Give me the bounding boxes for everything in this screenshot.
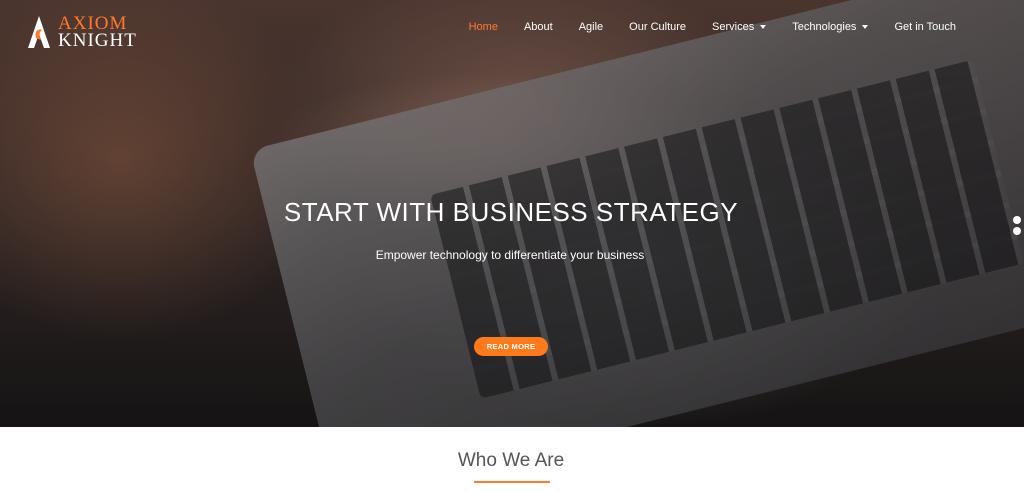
hero-headline: START WITH BUSINESS STRATEGY xyxy=(283,197,739,227)
slider-dot[interactable] xyxy=(1013,216,1021,224)
nav-item-label: Get in Touch xyxy=(894,21,956,33)
hero-subheadline: Empower technology to differentiate your… xyxy=(375,248,645,262)
nav-item-our-culture[interactable]: Our Culture xyxy=(629,21,686,33)
nav-item-technologies[interactable]: Technologies xyxy=(792,21,869,33)
nav-item-label: Services xyxy=(712,21,755,33)
hero-banner: AXIOM KNIGHT Home About Agile Our Cultur… xyxy=(0,0,1024,427)
knight-chess-logo-icon xyxy=(28,16,50,48)
slider-dot[interactable] xyxy=(1013,227,1021,235)
caret-down-icon xyxy=(760,25,767,29)
nav-item-services[interactable]: Services xyxy=(712,21,767,33)
brand-wordmark: AXIOM KNIGHT xyxy=(58,14,137,51)
nav-item-label: Technologies xyxy=(792,21,857,33)
nav-item-label: Our Culture xyxy=(629,21,687,33)
brand-line2: KNIGHT xyxy=(58,30,137,51)
nav-item-get-in-touch[interactable]: Get in Touch xyxy=(894,21,956,33)
nav-item-about[interactable]: About xyxy=(524,21,553,33)
nav-item-label: Agile xyxy=(578,21,604,33)
nav-item-label: About xyxy=(523,21,553,33)
main-nav: Home About Agile Our Culture Services Te… xyxy=(443,21,956,33)
read-more-button[interactable]: READ MORE xyxy=(474,337,548,356)
caret-down-icon xyxy=(862,25,869,29)
section-title-underline xyxy=(474,481,550,483)
section-title: Who We Are xyxy=(457,450,565,471)
slider-pagination xyxy=(1013,216,1021,238)
nav-item-agile[interactable]: Agile xyxy=(579,21,603,33)
nav-item-label: Home xyxy=(468,21,498,33)
nav-item-home[interactable]: Home xyxy=(469,21,498,33)
brand-logo[interactable]: AXIOM KNIGHT xyxy=(24,12,137,52)
